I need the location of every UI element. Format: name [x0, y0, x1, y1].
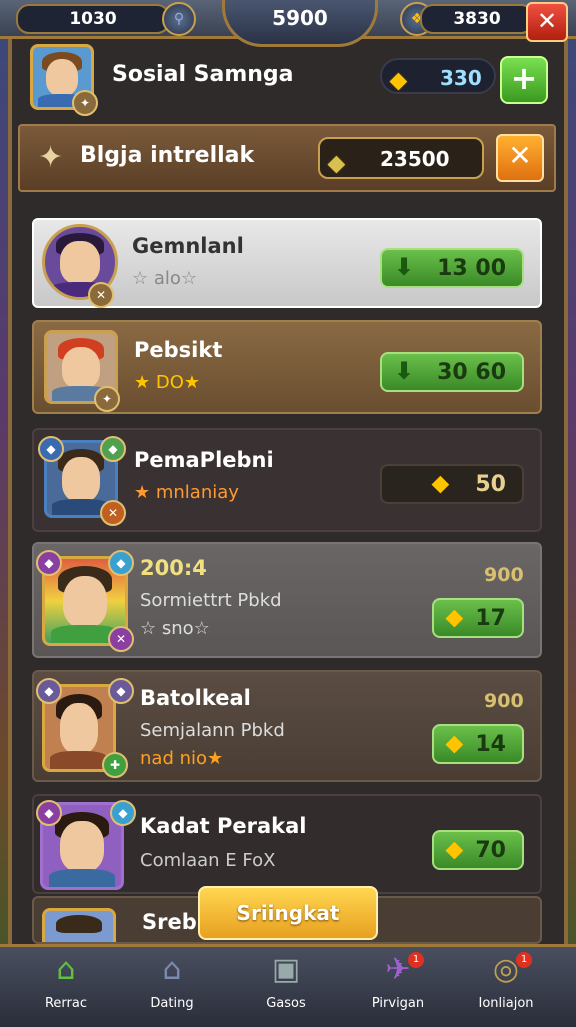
nav-item-games[interactable]: ▣ Gasos [246, 950, 326, 1020]
gem-icon: ◆ [108, 678, 134, 704]
badge-icon: ✕ [100, 500, 126, 526]
gem-icon: ◆ [36, 800, 62, 826]
house-icon: ⌂ [162, 952, 182, 987]
section-title: Blgja intrellak [80, 143, 255, 168]
close-button[interactable]: ✕ [526, 2, 568, 42]
badge-icon: ✕ [88, 282, 114, 308]
gem-icon: ◆ [36, 550, 62, 576]
badge-icon: ✦ [94, 386, 120, 412]
list-item[interactable]: ◆ ◆ Kadat Perakal Comlaan E FoX ⬥ 70 [32, 794, 542, 894]
star-arrow-icon: ✦ [38, 140, 64, 175]
nav-item-messages[interactable]: ✈ 1 Pirvigan [358, 950, 438, 1020]
buy-button[interactable]: ⬥ 17 [432, 598, 524, 638]
badge-icon: ✕ [108, 626, 134, 652]
gold-icon: ⬥ [432, 469, 449, 497]
gem-icon: ◆ [38, 436, 64, 462]
center-counter: 5900 [222, 0, 378, 47]
medal-icon[interactable]: ⚲ [162, 2, 196, 36]
header-value-pill: ⬥ 23500 [318, 137, 484, 179]
gold-icon: ⬥ [390, 66, 407, 94]
right-counter: 3830 [420, 4, 534, 34]
badge-icon: ✚ [102, 752, 128, 778]
arrow-down-icon: ⬇ [394, 253, 415, 281]
nav-item-settings[interactable]: ◎ 1 Ionliajon [466, 950, 546, 1020]
notification-badge: 1 [408, 952, 424, 968]
gold-icon: ⬥ [446, 603, 463, 631]
nav-item-home[interactable]: ⌂ Rerrac [26, 950, 106, 1020]
gem-icon: ◆ [100, 436, 126, 462]
gold-icon: ⬥ [446, 729, 463, 757]
buy-button[interactable]: ⬥ 50 [380, 464, 524, 504]
gem-icon: ◆ [108, 550, 134, 576]
gold-icon: ⬥ [446, 835, 463, 863]
gem-icon: ◆ [36, 678, 62, 704]
list-item[interactable]: ◆ ◆ ✕ 200:4 Sormiettrt Pbkd ☆ sno☆ 900 ⬥… [32, 542, 542, 658]
buy-button[interactable]: ⬥ 14 [432, 724, 524, 764]
add-coins-button[interactable]: + [500, 56, 548, 104]
coin-counter: ⬥ 330 [380, 58, 496, 94]
console-icon: ▣ [271, 952, 301, 987]
home-icon: ⌂ [56, 952, 76, 987]
notification-badge: 1 [516, 952, 532, 968]
buy-button[interactable]: ⬇ 13 00 [380, 248, 524, 288]
buy-button[interactable]: ⬇ 30 60 [380, 352, 524, 392]
shortcut-button[interactable]: Sriingkat [198, 886, 378, 940]
list-item[interactable]: ◆ ◆ ✕ PemaPlebni ★ mnlaniay ⬥ 50 [32, 428, 542, 532]
list-item[interactable]: ◆ ◆ ✚ Batolkeal Semjalann Pbkd nad nio★ … [32, 670, 542, 782]
gem-icon: ◆ [110, 800, 136, 826]
buy-button[interactable]: ⬥ 70 [432, 830, 524, 870]
avatar [42, 908, 116, 942]
gold-icon: ⬥ [328, 149, 345, 177]
list-item[interactable]: ✦ Pebsikt ★ DO★ ⬇ 30 60 [32, 320, 542, 414]
left-counter: 1030 [16, 4, 170, 34]
header-close-button[interactable]: ✕ [496, 134, 544, 182]
profile-name: Sosial Samnga [112, 62, 294, 87]
profile-badge-icon: ✦ [72, 90, 98, 116]
nav-item-dating[interactable]: ⌂ Dating [132, 950, 212, 1020]
list-item[interactable]: ✕ Gemnlanl ☆ alo☆ ⬇ 13 00 [32, 218, 542, 308]
arrow-down-icon: ⬇ [394, 357, 415, 385]
